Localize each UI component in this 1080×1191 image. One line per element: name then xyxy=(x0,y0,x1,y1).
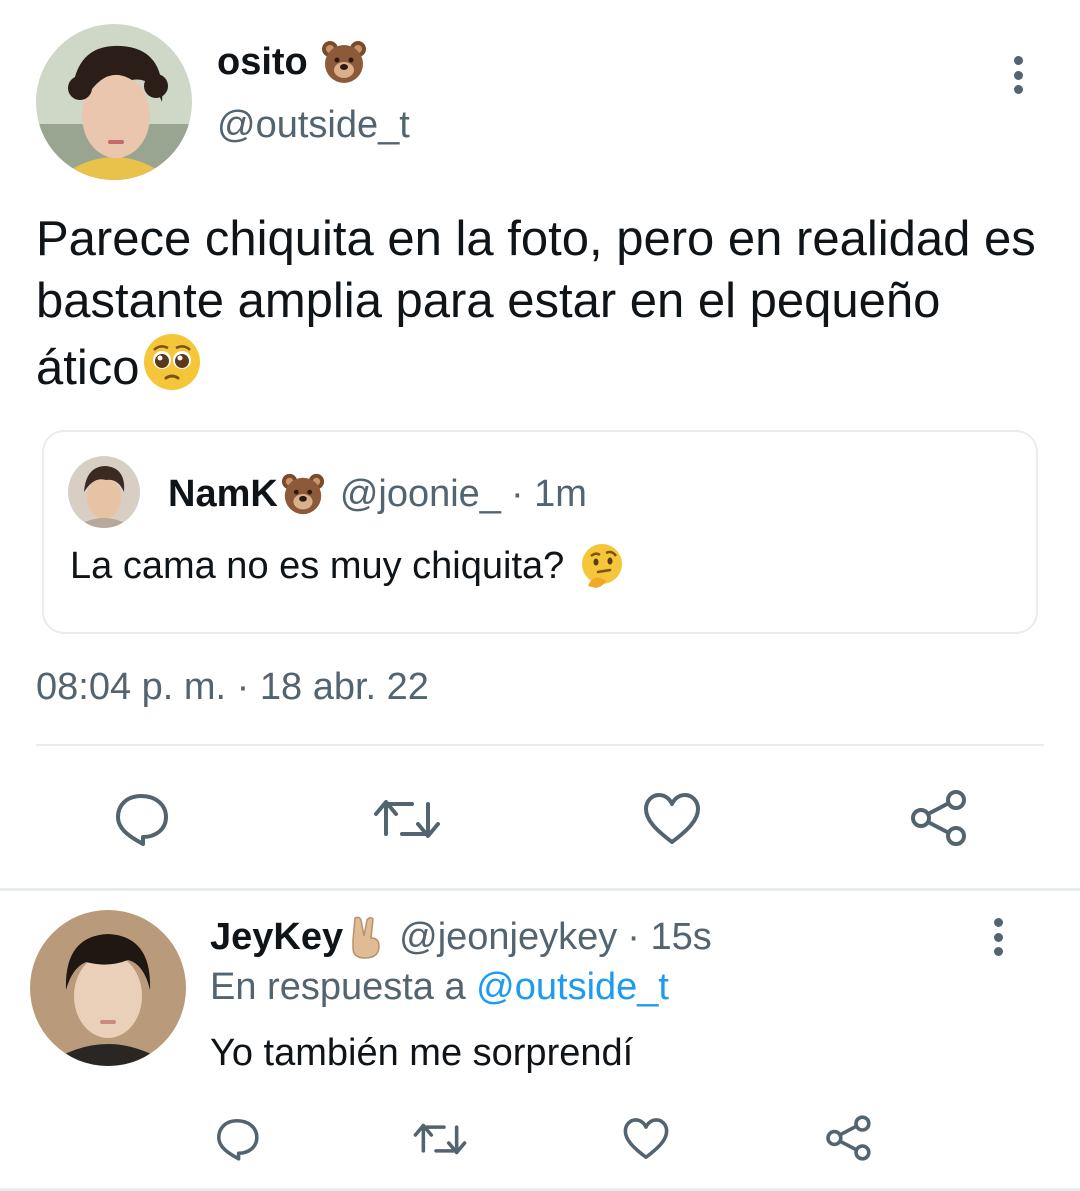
share-icon[interactable] xyxy=(908,788,968,848)
bear-face-icon xyxy=(320,38,368,86)
bear-face-icon xyxy=(280,471,326,517)
reply-author-handle[interactable]: @jeonjeykey xyxy=(399,916,617,959)
quoted-time-ago: · 1m xyxy=(510,472,587,515)
reply-reply-icon[interactable] xyxy=(214,1116,260,1162)
more-options-icon[interactable] xyxy=(1012,56,1024,94)
tweet-text: Parece chiquita en la foto, pero en real… xyxy=(36,212,1036,395)
reply-more-options-icon[interactable] xyxy=(992,918,1004,956)
section-divider xyxy=(0,888,1080,891)
like-icon[interactable] xyxy=(642,790,702,848)
replying-to-link[interactable]: @outside_t xyxy=(476,966,669,1008)
reply-author-avatar[interactable] xyxy=(30,910,186,1066)
quoted-tweet-card[interactable]: NamK @joonie_ · 1m La cama no es muy chi… xyxy=(42,430,1038,634)
quoted-tweet-text: La cama no es muy chiquita? xyxy=(70,542,626,590)
quoted-author-name[interactable]: NamK xyxy=(168,473,278,516)
reply-text: Yo también me sorprendí xyxy=(210,1032,634,1074)
pleading-face-icon xyxy=(142,332,202,392)
victory-hand-icon xyxy=(345,914,385,960)
replying-to-line: En respuesta a @outside_t xyxy=(210,966,669,1008)
thinking-face-icon xyxy=(578,542,626,590)
reply-author-name[interactable]: JeyKey xyxy=(210,916,343,959)
reply-retweet-icon[interactable] xyxy=(412,1116,468,1162)
reply-time-ago: · 15s xyxy=(627,915,712,958)
quoted-author-avatar[interactable] xyxy=(68,456,140,528)
tweet-timestamp[interactable]: 08:04 p. m. · 18 abr. 22 xyxy=(36,666,429,709)
divider xyxy=(36,744,1044,746)
retweet-icon[interactable] xyxy=(372,790,442,848)
quoted-author-handle[interactable]: @joonie_ xyxy=(340,473,501,516)
author-handle[interactable]: @outside_t xyxy=(217,104,410,147)
author-name[interactable]: osito xyxy=(217,41,308,84)
reply-icon[interactable] xyxy=(112,790,170,848)
reply-share-icon[interactable] xyxy=(824,1114,872,1162)
author-avatar[interactable] xyxy=(36,24,192,180)
reply-like-icon[interactable] xyxy=(622,1116,670,1162)
